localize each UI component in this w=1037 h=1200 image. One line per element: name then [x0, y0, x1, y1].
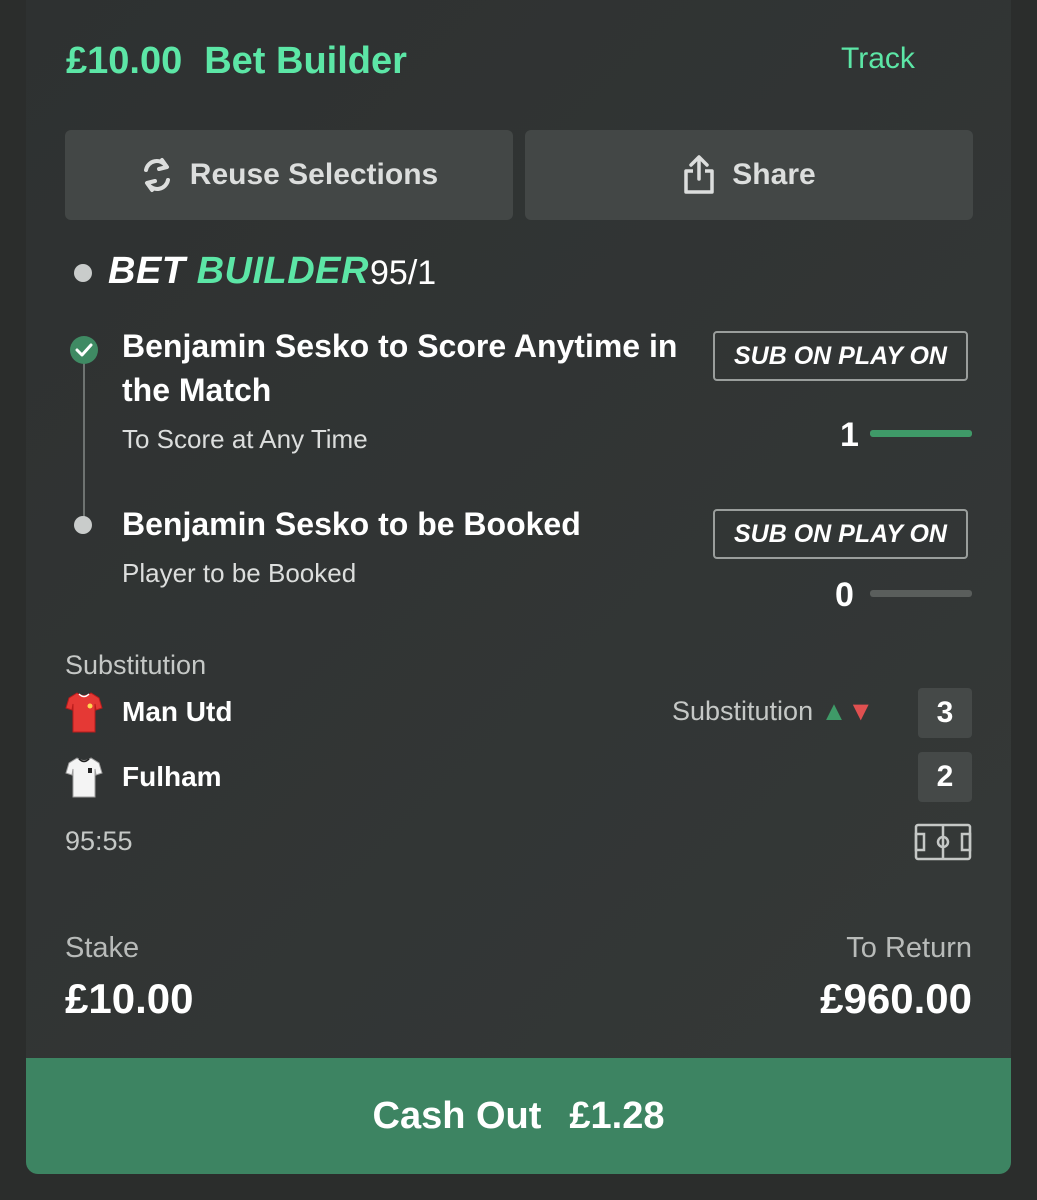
- share-icon: [682, 155, 716, 195]
- reuse-selections-button[interactable]: Reuse Selections: [65, 130, 513, 220]
- leg-1-title: Benjamin Sesko to Score Anytime in the M…: [122, 328, 678, 408]
- track-link[interactable]: Track: [841, 42, 915, 76]
- refresh-icon: [140, 156, 174, 194]
- man-utd-shirt-icon: [65, 690, 103, 734]
- team-1-name: Man Utd: [122, 696, 233, 727]
- return-value: £960.00: [820, 975, 972, 1022]
- leg-1-progress-fill: [870, 430, 972, 437]
- team-1-score: 3: [918, 688, 972, 738]
- bet-builder-title: BET BUILDER: [108, 250, 369, 293]
- substitution-indicator-label: Substitution: [672, 696, 814, 726]
- share-label: Share: [732, 158, 816, 191]
- bet-builder-title-part2: BUILDER: [196, 250, 369, 292]
- leg-2-progress-track: [870, 590, 972, 597]
- leg-1-progress-track: [870, 430, 972, 437]
- arrow-down-icon: ▼: [847, 696, 875, 726]
- leg-1-progress-value: 1: [840, 416, 859, 454]
- team-2-score: 2: [918, 752, 972, 802]
- bet-card: £10.00 Bet Builder Track Reuse Selections…: [26, 0, 1011, 1174]
- fulham-shirt-icon: [65, 755, 103, 799]
- cash-out-amount: £1.28: [569, 1094, 665, 1137]
- bet-header-title: £10.00 Bet Builder: [66, 40, 407, 83]
- leg-2-progress-value: 0: [835, 576, 854, 614]
- leg-1-subtitle: To Score at Any Time: [122, 424, 368, 454]
- reuse-selections-label: Reuse Selections: [189, 158, 439, 191]
- header-stake-amount: £10.00: [66, 40, 183, 82]
- leg-1-sub-on-play-on-button[interactable]: SUB ON PLAY ON: [713, 331, 968, 381]
- leg-2-subtitle: Player to be Booked: [122, 558, 357, 588]
- cash-out-label: Cash Out: [372, 1094, 542, 1137]
- cash-out-button[interactable]: Cash Out £1.28: [26, 1058, 1011, 1174]
- team-2-name: Fulham: [122, 761, 222, 792]
- bet-odds: 95/1: [370, 254, 437, 292]
- check-icon: [70, 336, 98, 364]
- arrow-up-icon: ▲: [820, 696, 848, 726]
- leg-2-title: Benjamin Sesko to be Booked: [122, 506, 581, 542]
- stake-value: £10.00: [65, 975, 194, 1022]
- return-label: To Return: [846, 932, 972, 964]
- leg-2-sub-on-play-on-button[interactable]: SUB ON PLAY ON: [713, 509, 968, 559]
- stake-label: Stake: [65, 932, 140, 964]
- pending-leg-dot: [74, 516, 92, 534]
- substitution-indicator: Substitution ▲▼: [672, 696, 874, 727]
- bet-builder-title-part1: BET: [108, 250, 186, 292]
- match-event-label: Substitution: [65, 650, 207, 680]
- pitch-icon[interactable]: [914, 823, 972, 866]
- share-button[interactable]: Share: [525, 130, 973, 220]
- header-bet-type: Bet Builder: [204, 40, 407, 82]
- match-clock: 95:55: [65, 826, 133, 856]
- bet-builder-bullet: [74, 264, 92, 282]
- legs-timeline-line: [83, 362, 85, 524]
